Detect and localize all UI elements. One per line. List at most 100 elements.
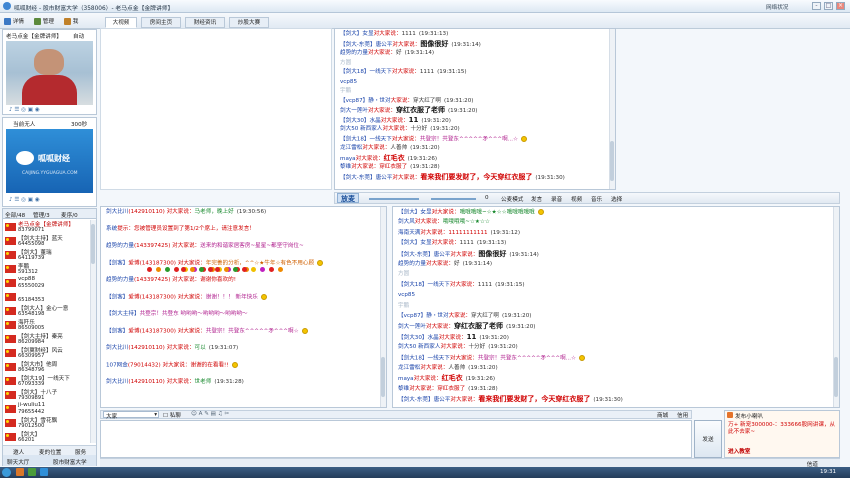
toolbar-manage[interactable]: 管理 xyxy=(34,17,54,25)
chat-line: 剑大风对大家说：哦哦哦哦~☆★☆☆ xyxy=(398,219,490,226)
app-logo-icon xyxy=(3,2,11,10)
credit-button[interactable]: 信用 xyxy=(677,411,688,419)
user-row[interactable]: 【剑大主持】蓝天 64455098 xyxy=(3,234,90,248)
big-video-area xyxy=(100,28,332,190)
chat-verb: 大家说： xyxy=(390,97,414,104)
decoration-dot-icon xyxy=(181,267,186,272)
user-row[interactable]: 65184353 xyxy=(3,290,90,304)
room-chat-scrollbar[interactable] xyxy=(833,207,839,407)
chat-time: (19:31:12) xyxy=(490,229,521,236)
start-button-icon[interactable] xyxy=(2,468,11,477)
tab-all-users[interactable]: 全部/48 xyxy=(5,211,25,219)
chat-verb: 对大家说： xyxy=(355,155,384,162)
user-list-scrollbar[interactable] xyxy=(90,220,96,443)
volume-slider[interactable] xyxy=(369,198,419,200)
minimize-button[interactable]: - xyxy=(812,2,821,10)
lobby-tab[interactable]: 聊天大厅 xyxy=(7,458,29,466)
private-chat-checkbox[interactable]: ☐ 私聊 xyxy=(163,411,181,419)
send-button[interactable]: 发送 xyxy=(694,420,722,458)
chat-sender: 【剑大-东莞】唐公平 xyxy=(398,251,451,258)
top-chat-scroll-thumb[interactable] xyxy=(610,141,614,181)
chat-message: 谢谢你喜欢的! xyxy=(200,277,236,283)
decoration-dot-icon xyxy=(174,267,179,272)
user-row[interactable]: 老马点金【金牌讲师】 83799071 xyxy=(3,220,90,234)
chat-message: 好 xyxy=(395,50,402,56)
shop-button[interactable]: 商城 xyxy=(657,411,668,419)
chat-line: 【剑客】爱博(143187300) 对大家说：谢谢！！！ 新年快乐 xyxy=(106,294,267,302)
user-row[interactable]: 【剑大】雪花飘 79012500 xyxy=(3,416,90,430)
room-chat-scroll-thumb[interactable] xyxy=(834,357,838,397)
university-tab[interactable]: 股市财富大学 xyxy=(53,458,87,466)
chat-message: 人善帅 xyxy=(448,365,466,371)
tab-finance-news[interactable]: 财经资讯 xyxy=(185,17,225,28)
chat-message: 共登宗！共登东 哟哟哟～哟哟哟～哟哟哟～ xyxy=(139,311,248,317)
chat-message: 谢谢的在看看!! xyxy=(190,362,229,369)
flag-icon xyxy=(5,279,16,287)
chat-time: (19:31:20) xyxy=(502,313,532,319)
chat-time: (19:31:20) xyxy=(447,108,478,114)
enter-classroom-link[interactable]: 进入教室 xyxy=(728,447,750,455)
chat-line: 【剑大-东莞】唐公平对大家说：图像很好 (19:31:14) xyxy=(340,40,481,49)
chat-sender: 龙江雷松 xyxy=(340,145,363,151)
title-bar: 呱呱财经 - 股市财富大学（358006）- 老马点金【金牌讲师】 网络状况 -… xyxy=(0,0,850,13)
chat-line: vcp85 xyxy=(340,79,357,86)
user-row[interactable]: 【剑大】董瑞 64119739 xyxy=(3,248,90,262)
play-button[interactable]: 放麦 xyxy=(337,193,359,203)
tab-admins[interactable]: 管理/3 xyxy=(33,211,50,219)
user-row[interactable]: 海阡乐 86509005 xyxy=(3,318,90,332)
music-button[interactable]: 音乐 xyxy=(591,195,602,203)
mic-slider[interactable] xyxy=(431,198,476,200)
host-mode[interactable]: 自动 xyxy=(73,32,84,40)
chat-verb: 对大家说： xyxy=(425,324,454,331)
user-row[interactable]: 【剑大】十八子 79309891 xyxy=(3,388,90,402)
public-chat-scroll-thumb[interactable] xyxy=(381,357,385,397)
chat-message: 方圆 xyxy=(398,271,410,278)
user-row[interactable]: 【剑大主持】秦亮 86209984 xyxy=(3,332,90,346)
tab-big-video[interactable]: 大视频 xyxy=(105,17,137,28)
user-row[interactable]: vcp88 65550029 xyxy=(3,276,90,290)
user-row[interactable]: 【剑翼财经】风云 66309957 xyxy=(3,346,90,360)
user-row[interactable]: 【剑大】 66201 xyxy=(3,430,90,444)
user-row[interactable]: 李鹏 591312 xyxy=(3,262,90,276)
notice-panel: 发布小喇叭 万+ 新宠300000-：333666股网讲课，从此不去家~ 进入教… xyxy=(724,410,840,458)
user-list-scroll-thumb[interactable] xyxy=(91,224,95,264)
select-button[interactable]: 选择 xyxy=(611,195,622,203)
toolbar-me[interactable]: 我 xyxy=(64,17,78,25)
toolbar-details[interactable]: 详情 xyxy=(4,17,24,25)
chat-message: 哦哦哦哦~☆★☆☆哦哦哦哦哦 xyxy=(459,209,535,216)
mic2-controls[interactable]: ♪ ☰ ◎ ▣ ◉ xyxy=(9,197,40,203)
user-row[interactable]: 【剑大人】金心一意 63548198 xyxy=(3,304,90,318)
host-video[interactable] xyxy=(6,41,93,105)
video-button[interactable]: 视频 xyxy=(571,195,582,203)
video-controls[interactable]: ♪ ☰ ◎ ▣ ◉ xyxy=(9,107,40,113)
user-row[interactable]: 【剑大19】一线天下 67093339 xyxy=(3,374,90,388)
speak-button[interactable]: 发言 xyxy=(531,195,542,203)
taskbar-app-icon[interactable] xyxy=(16,468,24,476)
tab-room-home[interactable]: 房间主页 xyxy=(141,17,181,28)
maximize-button[interactable]: □ xyxy=(824,2,833,10)
chat-time: (19:31:20) xyxy=(505,324,536,331)
close-button[interactable]: × xyxy=(836,2,845,10)
taskbar-app-icon[interactable] xyxy=(28,468,36,476)
decoration-dot-icon xyxy=(224,267,229,272)
chat-verb: 对大家说： xyxy=(367,108,396,114)
user-row[interactable]: 【剑大市】他周 86348796 xyxy=(3,360,90,374)
public-mic-mode[interactable]: 公麦模式 xyxy=(501,195,523,203)
record-button[interactable]: 录音 xyxy=(551,195,562,203)
top-chat-scrollbar[interactable] xyxy=(609,29,615,189)
chat-message: 宇鹏 xyxy=(398,302,410,309)
public-chat-scrollbar[interactable] xyxy=(380,207,386,407)
user-row[interactable]: ji-wuliu11 79655442 xyxy=(3,402,90,416)
chat-sender: 【剑大】女显 xyxy=(340,31,374,37)
chat-sender: 【vcp87】静・世对 xyxy=(398,313,449,319)
tab-stock-contest[interactable]: 炒股大赛 xyxy=(229,17,269,28)
message-input[interactable] xyxy=(100,420,692,458)
emoji-tools[interactable]: ☺ A ✎ ▤ ♫ ✂ xyxy=(191,411,229,417)
chat-time: (19:31:13) xyxy=(476,240,507,247)
chat-line: 趋势的力量对大家说：好 (19:31:14) xyxy=(340,50,434,57)
user-id: 64455098 xyxy=(18,241,45,247)
tab-mic-queue[interactable]: 麦序/0 xyxy=(61,211,78,219)
taskbar-clock: 19:31 xyxy=(820,469,837,475)
target-select[interactable]: 大家 ▾ xyxy=(103,411,159,420)
taskbar-app-icon[interactable] xyxy=(40,468,48,476)
